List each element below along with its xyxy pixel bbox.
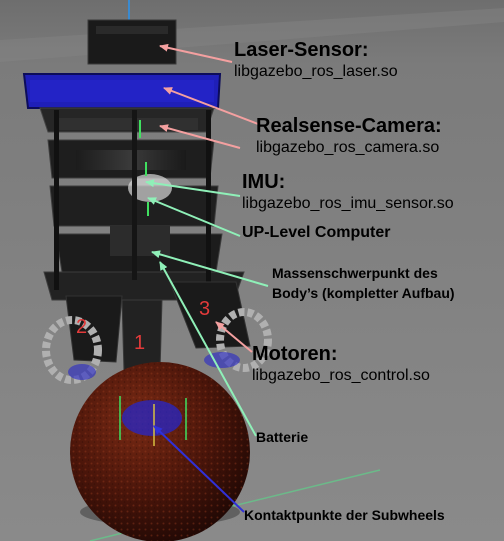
com-line-1: Massenschwerpunkt des	[272, 265, 438, 281]
contacts-title: Kontaktpunkte der Subwheels	[244, 507, 445, 523]
contact-zone	[122, 400, 182, 436]
motor-number-1: 1	[134, 332, 146, 354]
imu-subtitle: libgazebo_ros_imu_sensor.so	[242, 195, 454, 212]
motors-subtitle: libgazebo_ros_control.so	[252, 367, 430, 384]
motors-title: Motoren:	[252, 343, 338, 365]
realsense-title: Realsense-Camera:	[256, 115, 442, 137]
upboard-title: UP-Level Computer	[242, 224, 391, 241]
imu-title: IMU:	[242, 171, 286, 193]
laser-subtitle: libgazebo_ros_laser.so	[234, 63, 398, 80]
com-line-2: Body’s (kompletter Aufbau)	[272, 285, 455, 301]
motor-number-3: 3	[199, 298, 211, 320]
realsense-subtitle: libgazebo_ros_camera.so	[256, 139, 440, 156]
battery-title: Batterie	[256, 429, 309, 445]
motor-number-2: 2	[76, 316, 88, 338]
laser-title: Laser-Sensor:	[234, 39, 369, 61]
